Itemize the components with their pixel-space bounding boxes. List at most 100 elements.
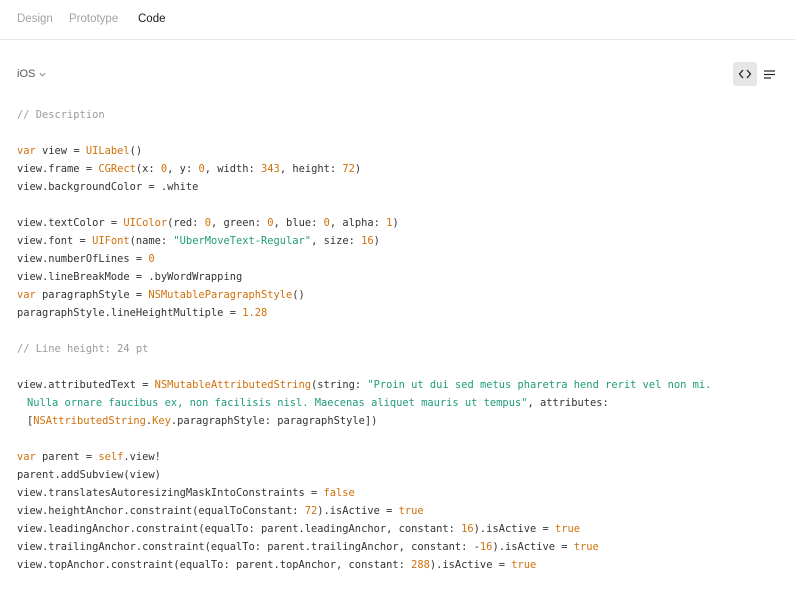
- code-token: view.trailingAnchor.constraint(equalTo: …: [17, 541, 480, 553]
- code-token: UILabel: [85, 145, 130, 157]
- code-token: , green:: [210, 217, 268, 229]
- code-token: NSAttributedString: [33, 415, 146, 427]
- code-line: view.attributedText = NSMutableAttribute…: [17, 376, 787, 394]
- code-line: view.frame = CGRect(x: 0, y: 0, width: 3…: [17, 160, 787, 178]
- code-token: , alpha:: [329, 217, 387, 229]
- code-token: "Proin ut dui sed metus pharetra hend re…: [367, 379, 712, 391]
- code-token: view.topAnchor.constraint(equalTo: paren…: [17, 559, 412, 571]
- code-token: true: [398, 505, 424, 517]
- code-token: 288: [411, 559, 430, 571]
- code-token: 72: [342, 163, 355, 175]
- code-token: false: [323, 487, 355, 499]
- code-token: view.translatesAutoresizingMaskIntoConst…: [17, 487, 324, 499]
- code-token: NSMutableParagraphStyle: [148, 289, 293, 301]
- code-token: view.textColor =: [17, 217, 124, 229]
- code-token: .paragraphStyle: paragraphStyle]): [170, 415, 378, 427]
- code-token: , width:: [204, 163, 262, 175]
- code-token: view.backgroundColor = .white: [17, 181, 199, 193]
- tab-prototype[interactable]: Prototype: [69, 13, 118, 25]
- code-token: self: [98, 451, 124, 463]
- code-token: ).isActive =: [429, 559, 512, 571]
- code-token: Key: [152, 415, 171, 427]
- code-token: , blue:: [273, 217, 324, 229]
- code-token: 72: [304, 505, 318, 517]
- code-token: UIFont: [92, 235, 130, 247]
- code-token: Nulla ornare faucibus ex, non facilisis …: [27, 397, 528, 409]
- code-line: var paragraphStyle = NSMutableParagraphS…: [17, 286, 787, 304]
- code-token: (): [292, 289, 305, 301]
- code-brackets-icon: [738, 69, 752, 79]
- code-line: [NSAttributedString.Key.paragraphStyle: …: [17, 412, 787, 430]
- code-token: , size:: [311, 235, 362, 247]
- platform-dropdown[interactable]: iOS: [17, 68, 47, 80]
- code-line: Nulla ornare faucibus ex, non facilisis …: [17, 394, 787, 412]
- chevron-down-icon: [39, 72, 46, 77]
- code-token: (x:: [135, 163, 161, 175]
- code-token: parent =: [35, 451, 99, 463]
- code-line: parent.addSubview(view): [17, 466, 787, 484]
- code-token: // Line height: 24 pt: [17, 343, 149, 355]
- code-token: true: [555, 523, 581, 535]
- code-token: 0: [148, 253, 155, 265]
- code-block: // Description var view = UILabel() view.f…: [17, 106, 787, 574]
- code-line: var view = UILabel(): [17, 142, 787, 160]
- code-token: 16: [479, 541, 493, 553]
- code-token: ): [392, 217, 399, 229]
- code-token: , y:: [167, 163, 199, 175]
- code-token: // Description: [17, 109, 105, 121]
- code-token: 16: [361, 235, 374, 247]
- code-token: view.leadingAnchor.constraint(equalTo: p…: [17, 523, 462, 535]
- code-token: (): [129, 145, 143, 157]
- code-line: view.trailingAnchor.constraint(equalTo: …: [17, 538, 787, 556]
- code-token: ): [354, 163, 362, 175]
- code-token: (name:: [129, 235, 174, 247]
- code-token: paragraphStyle.lineHeightMultiple =: [17, 307, 243, 319]
- code-token: view =: [35, 145, 86, 157]
- code-token: UIColor: [123, 217, 168, 229]
- code-line: view.numberOfLines = 0: [17, 250, 787, 268]
- code-token: view.heightAnchor.constraint(equalToCons…: [17, 505, 305, 517]
- code-token: view.lineBreakMode = .byWordWrapping: [17, 271, 243, 283]
- code-line: view.heightAnchor.constraint(equalToCons…: [17, 502, 787, 520]
- code-line: view.font = UIFont(name: "UberMoveText-R…: [17, 232, 787, 250]
- code-token: view.frame =: [17, 163, 99, 175]
- code-line: view.textColor = UIColor(red: 0, green: …: [17, 214, 787, 232]
- code-token: var: [17, 451, 36, 463]
- code-token: view.numberOfLines =: [17, 253, 149, 265]
- code-token: NSMutableAttributedString: [154, 379, 312, 391]
- code-view-button[interactable]: [733, 62, 757, 86]
- code-token: var: [17, 145, 36, 157]
- text-lines-icon: [763, 69, 775, 79]
- code-line: view.leadingAnchor.constraint(equalTo: p…: [17, 520, 787, 538]
- code-token: ): [373, 235, 380, 247]
- platform-label: iOS: [17, 68, 36, 80]
- code-token: ).isActive =: [473, 523, 555, 535]
- code-token: view.font =: [17, 235, 93, 247]
- code-token: ).isActive =: [492, 541, 574, 553]
- tab-design[interactable]: Design: [17, 13, 53, 25]
- code-token: 1.28: [242, 307, 268, 319]
- code-line: view.translatesAutoresizingMaskIntoConst…: [17, 484, 787, 502]
- list-view-button[interactable]: [757, 62, 781, 86]
- code-token: , attributes:: [527, 397, 609, 409]
- code-line: view.backgroundColor = .white: [17, 178, 787, 196]
- code-token: 343: [261, 163, 280, 175]
- code-token: view.attributedText =: [17, 379, 155, 391]
- code-token: (string:: [311, 379, 368, 391]
- code-token: true: [573, 541, 599, 553]
- code-line: // Description: [17, 106, 787, 124]
- code-token: , height:: [279, 163, 343, 175]
- tab-code[interactable]: Code: [138, 13, 166, 25]
- code-line: paragraphStyle.lineHeightMultiple = 1.28: [17, 304, 787, 322]
- code-token: ).isActive =: [317, 505, 399, 517]
- code-line: view.topAnchor.constraint(equalTo: paren…: [17, 556, 787, 574]
- code-line: view.lineBreakMode = .byWordWrapping: [17, 268, 787, 286]
- top-tab-bar: Design Prototype Code: [0, 0, 795, 40]
- code-line: var parent = self.view!: [17, 448, 787, 466]
- code-token: true: [511, 559, 537, 571]
